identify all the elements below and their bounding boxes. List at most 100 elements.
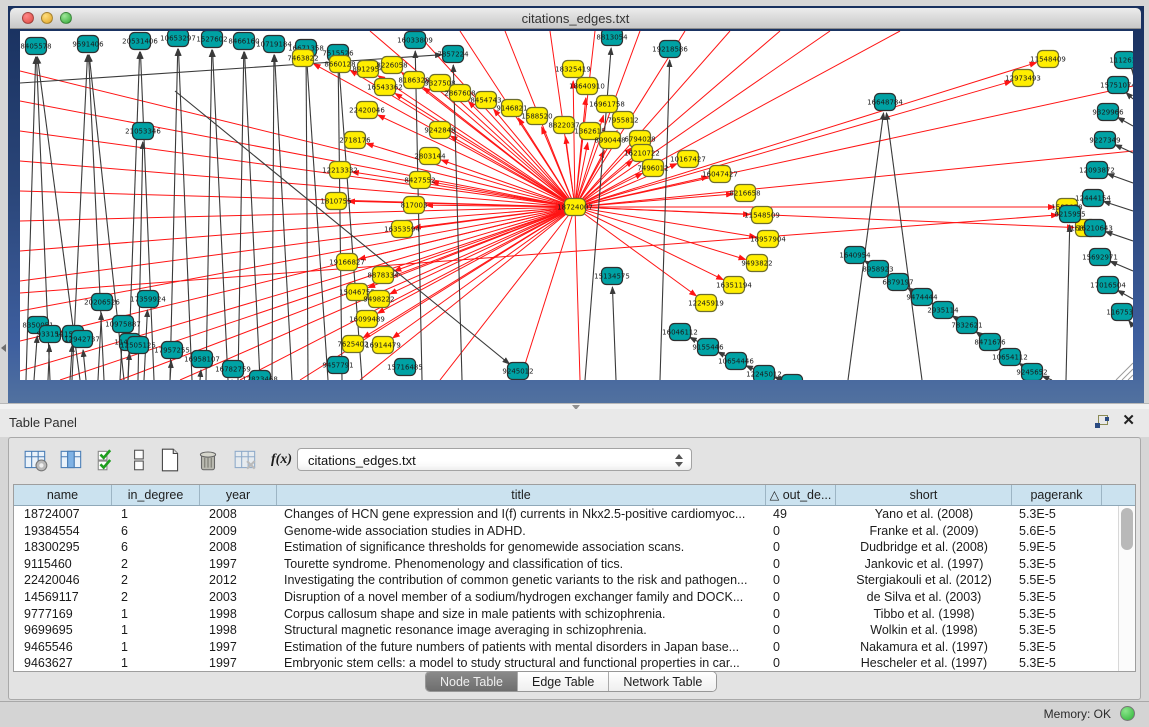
graph-node[interactable]: 18325419 [555, 61, 591, 78]
tab-network-table[interactable]: Network Table [609, 672, 716, 691]
graph-node[interactable]: 1810755 [320, 193, 351, 210]
graph-node[interactable]: 15751074 [1100, 77, 1133, 94]
graph-node[interactable]: 16099489 [349, 311, 385, 328]
table-row[interactable]: 946554611997Estimation of the future num… [14, 639, 1118, 656]
graph-node[interactable]: 16961758 [589, 96, 625, 113]
graph-node[interactable]: 7955812 [607, 112, 638, 129]
table-row[interactable]: 2242004622012Investigating the contribut… [14, 572, 1118, 589]
graph-node[interactable]: 12093872 [1079, 162, 1115, 179]
table-row[interactable]: 1938455462009Genome-wide association stu… [14, 523, 1118, 540]
graph-node[interactable]: 18957904 [750, 231, 786, 248]
table-row[interactable]: 969969511998Structural magnetic resonanc… [14, 622, 1118, 639]
cell-in_degree: 6 [112, 523, 200, 540]
graph-node[interactable]: 8813054 [596, 31, 628, 46]
graph-node[interactable]: 19218586 [652, 41, 688, 58]
graph-node[interactable]: 17359924 [130, 291, 166, 308]
scrollbar-thumb[interactable] [1121, 508, 1133, 550]
graph-node[interactable]: 10719184 [256, 36, 292, 53]
svg-text:16961758: 16961758 [589, 101, 625, 109]
cell-name: 9699695 [14, 622, 112, 639]
graph-node[interactable]: 16033809 [397, 32, 433, 49]
cell-short: de Silva et al. (2003) [836, 589, 1012, 606]
graph-node[interactable]: 11548409 [1030, 51, 1066, 68]
column-select-icon[interactable] [59, 447, 85, 473]
table-row[interactable]: 1456911722003Disruption of a novel membe… [14, 589, 1118, 606]
graph-node[interactable]: 20531406 [122, 33, 158, 50]
float-panel-icon[interactable] [1095, 415, 1109, 429]
function-icon[interactable]: f(x) [271, 447, 297, 473]
column-header-short[interactable]: short [836, 485, 1012, 505]
table-settings-icon[interactable] [23, 447, 49, 473]
graph-node[interactable]: 8405578 [20, 38, 51, 55]
graph-node[interactable]: 10653297 [160, 31, 196, 47]
table-row[interactable]: 1830029562008Estimation of significance … [14, 539, 1118, 556]
graph-node[interactable]: 16648784 [867, 94, 903, 111]
table-panel: citations_edges.txt f(x) namein_degreeye… [8, 437, 1141, 700]
citation-network-graph[interactable]: 8405578 9591406 20531406106532971527602846… [20, 31, 1133, 380]
graph-node[interactable]: 15692971 [1082, 249, 1118, 266]
graph-node[interactable]: 8878334 [367, 267, 399, 284]
column-header-out_de[interactable]: △ out_de... [766, 485, 836, 505]
graph-node[interactable]: 11548509 [744, 207, 780, 224]
graph-node[interactable]: 18640910 [569, 78, 605, 95]
cell-name: 9465546 [14, 639, 112, 656]
column-header-pagerank[interactable]: pagerank [1012, 485, 1102, 505]
graph-node[interactable]: 15716485 [387, 359, 423, 376]
graph-node[interactable]: 9227349 [1089, 132, 1120, 149]
graph-node[interactable]: 1640954 [839, 247, 871, 264]
table-row[interactable]: 1872400712008Changes of HCN gene express… [14, 506, 1118, 523]
graph-node[interactable]: 10975887 [105, 316, 141, 333]
column-header-in_degree[interactable]: in_degree [112, 485, 200, 505]
network-canvas[interactable]: 8405578 9591406 20531406106532971527602846… [20, 31, 1133, 380]
tab-edge-table[interactable]: Edge Table [518, 672, 609, 691]
graph-node[interactable]: 2803144 [414, 148, 446, 165]
delete-table-icon [233, 447, 259, 473]
graph-node[interactable]: 7832621 [951, 317, 982, 334]
graph-node[interactable]: 16047427 [702, 166, 738, 183]
graph-node[interactable]: 17016504 [1090, 277, 1126, 294]
svg-text:8878334: 8878334 [367, 272, 399, 280]
graph-node[interactable]: 1167531 [1106, 304, 1133, 321]
graph-node[interactable]: 9245652 [1016, 364, 1047, 381]
graph-node[interactable]: 12973493 [1005, 70, 1041, 87]
graph-node[interactable]: 9493822 [741, 255, 772, 272]
column-header-title[interactable]: title [277, 485, 766, 505]
graph-node[interactable]: 8216658 [729, 185, 760, 202]
trash-icon[interactable] [195, 447, 221, 473]
row-checks-icon[interactable] [95, 447, 121, 473]
tab-node-table[interactable]: Node Table [426, 672, 518, 691]
svg-text:10719184: 10719184 [256, 41, 292, 49]
graph-node[interactable]: 817003 [401, 197, 428, 214]
graph-node[interactable]: 8427552 [404, 172, 435, 189]
table-row[interactable]: 911546021997Tourette syndrome. Phenomeno… [14, 556, 1118, 573]
graph-node[interactable]: 1527602 [196, 31, 227, 48]
graph-node[interactable]: 16353594 [384, 221, 420, 238]
svg-text:8454743: 8454743 [470, 97, 501, 105]
graph-node[interactable]: 8471676 [974, 334, 1006, 351]
graph-node[interactable]: 10654112 [992, 349, 1028, 366]
column-header-year[interactable]: year [200, 485, 277, 505]
column-header-name[interactable]: name [14, 485, 112, 505]
collapse-left-panel-icon[interactable] [1, 344, 6, 352]
window-titlebar[interactable]: citations_edges.txt [10, 8, 1141, 29]
graph-node[interactable]: 21053346 [125, 123, 161, 140]
graph-node[interactable]: 8466160 [228, 33, 259, 50]
cell-title: Estimation of significance thresholds fo… [277, 539, 766, 556]
graph-node[interactable]: 9245012 [502, 363, 533, 380]
graph-node[interactable]: 12245919 [688, 295, 724, 312]
rows-icon[interactable] [127, 447, 153, 473]
graph-node[interactable]: 16046112 [662, 324, 698, 341]
graph-node[interactable]: 15134575 [594, 268, 630, 285]
new-document-icon[interactable] [157, 447, 183, 473]
cell-out_de: 0 [766, 572, 836, 589]
graph-node[interactable]: 1112619 [1109, 52, 1133, 69]
table-selector-dropdown[interactable]: citations_edges.txt [297, 448, 692, 471]
table-row[interactable]: 946362711997Embryonic stem cells: a mode… [14, 655, 1118, 671]
vertical-scrollbar[interactable] [1118, 506, 1135, 671]
table-row[interactable]: 977716911998Corpus callosum shape and si… [14, 606, 1118, 623]
graph-node[interactable]: 9591406 [72, 36, 104, 53]
close-panel-icon[interactable]: ✕ [1122, 413, 1135, 429]
graph-node[interactable]: 7857224 [437, 46, 469, 63]
graph-node[interactable]: 2935114 [927, 302, 959, 319]
svg-text:11548409: 11548409 [1030, 56, 1066, 64]
